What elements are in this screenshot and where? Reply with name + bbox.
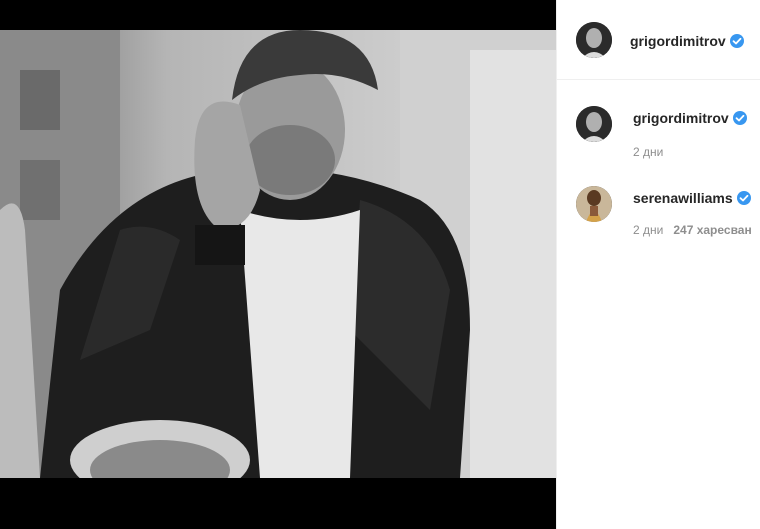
comment-avatar[interactable] [576, 186, 612, 222]
comment-time[interactable]: 2 дни [633, 145, 663, 159]
comment-meta: 2 дни [633, 145, 663, 159]
post-side-panel: grigordimitrov grigordimitrov 2 дни sere… [556, 0, 760, 529]
verified-badge-icon [732, 111, 747, 125]
post-author-name[interactable]: grigordimitrov [630, 33, 726, 49]
verified-badge-icon [736, 191, 751, 205]
comment-meta: 2 дни 247 харесван [633, 223, 752, 237]
comment-avatar[interactable] [576, 106, 612, 142]
comment-username[interactable]: serenawilliams [633, 190, 751, 206]
comment-username-text[interactable]: serenawilliams [633, 190, 733, 206]
avatar[interactable] [576, 22, 612, 58]
comment-username-text[interactable]: grigordimitrov [633, 110, 729, 126]
comment-likes-count[interactable]: 247 харесван [673, 223, 751, 237]
post-media-frame [0, 0, 556, 529]
comment-username[interactable]: grigordimitrov [633, 110, 747, 126]
avatar-image [576, 186, 612, 222]
post-header: grigordimitrov [557, 0, 760, 80]
avatar-image [576, 22, 612, 58]
post-author-username[interactable]: grigordimitrov [630, 33, 744, 49]
photo-illustration [0, 30, 556, 478]
comment-time[interactable]: 2 дни [633, 223, 663, 237]
post-photo[interactable] [0, 30, 556, 478]
verified-badge-icon [729, 34, 744, 48]
avatar-image [576, 106, 612, 142]
